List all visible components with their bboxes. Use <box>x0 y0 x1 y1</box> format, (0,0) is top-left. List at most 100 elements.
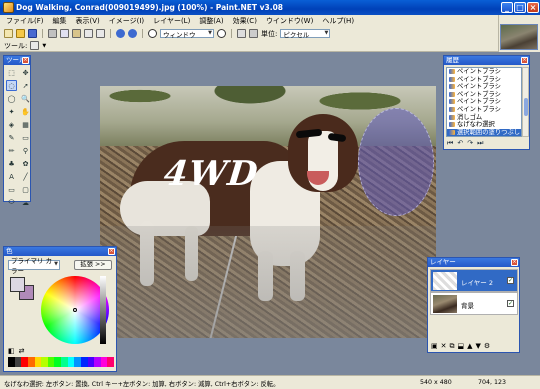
menu-effects[interactable]: 効果(C) <box>233 16 257 26</box>
palette-swatch[interactable] <box>34 357 42 367</box>
layer-row[interactable]: レイヤー 2 ✓ <box>430 269 518 292</box>
layer-visibility-checkbox[interactable]: ✓ <box>507 300 514 307</box>
close-icon[interactable]: × <box>108 248 115 255</box>
delete-layer-icon[interactable]: ✕ <box>441 342 447 351</box>
layer-properties-icon[interactable]: ⚙ <box>484 342 490 351</box>
history-scrollbar[interactable] <box>522 67 529 137</box>
line-icon[interactable]: ╱ <box>20 171 31 182</box>
minimize-button[interactable]: _ <box>501 2 513 13</box>
chevron-down-icon[interactable]: ▼ <box>42 43 46 49</box>
open-icon[interactable] <box>16 29 25 38</box>
paintbrush-icon[interactable]: ✎ <box>6 132 17 143</box>
history-item-selected[interactable]: 選択範囲の塗りつぶし <box>447 128 521 136</box>
gradient-icon[interactable]: ▦ <box>20 119 31 130</box>
zoom-in-icon[interactable] <box>217 29 226 38</box>
palette-swatch[interactable] <box>67 357 75 367</box>
clone-stamp-icon[interactable]: ♣ <box>6 158 17 169</box>
history-item[interactable]: ペイントブラシ <box>447 68 521 76</box>
zoom-combo[interactable]: ウィンドウ ▼ <box>160 29 214 39</box>
color-wheel[interactable] <box>41 276 109 344</box>
copy-icon[interactable] <box>60 29 69 38</box>
duplicate-layer-icon[interactable]: ⧉ <box>450 342 455 351</box>
color-mode-select[interactable]: プライマリ カラー ▼ <box>8 257 60 275</box>
palette-swatch[interactable] <box>107 357 114 367</box>
move-icon[interactable]: ✥ <box>20 67 31 78</box>
ruler-icon[interactable] <box>249 29 258 38</box>
units-combo[interactable]: ピクセル ▼ <box>280 29 331 39</box>
text-icon[interactable]: A <box>6 171 17 182</box>
pencil-icon[interactable]: ✏ <box>6 145 17 156</box>
menu-window[interactable]: ウインドウ(W) <box>266 16 313 26</box>
palette-swatch[interactable] <box>21 357 28 367</box>
save-icon[interactable] <box>28 29 37 38</box>
eraser-icon[interactable]: ▭ <box>20 132 31 143</box>
rectangle-icon[interactable]: ▭ <box>6 184 17 195</box>
menu-adjustments[interactable]: 調整(A) <box>199 16 223 26</box>
maximize-button[interactable]: □ <box>514 2 526 13</box>
layer-visibility-checkbox[interactable]: ✓ <box>507 277 514 284</box>
menu-edit[interactable]: 編集 <box>53 16 67 26</box>
palette-swatch[interactable] <box>14 357 22 367</box>
grid-icon[interactable] <box>237 29 246 38</box>
merge-layer-icon[interactable]: ⬓ <box>458 342 465 351</box>
reset-colors-icon[interactable]: ◧ <box>8 347 15 355</box>
palette-swatch[interactable] <box>8 357 15 367</box>
value-slider[interactable] <box>100 276 106 344</box>
palette-swatch[interactable] <box>94 357 101 367</box>
menu-layers[interactable]: レイヤー(L) <box>153 16 190 26</box>
deselect-icon[interactable] <box>96 29 105 38</box>
paint-bucket-icon[interactable]: ◈ <box>6 119 17 130</box>
add-layer-icon[interactable]: ▣ <box>431 342 438 351</box>
swap-colors-icon[interactable]: ⇄ <box>19 347 25 355</box>
menu-file[interactable]: ファイル(F) <box>6 16 44 26</box>
lasso-tool-icon[interactable] <box>30 41 40 50</box>
redo-icon[interactable] <box>128 29 137 38</box>
palette-swatch[interactable] <box>47 357 55 367</box>
paste-icon[interactable] <box>72 29 81 38</box>
palette-swatch[interactable] <box>87 357 95 367</box>
palette-swatch[interactable] <box>74 357 81 367</box>
crop-icon[interactable] <box>84 29 93 38</box>
ellipse-select-icon[interactable]: ◯ <box>6 93 17 104</box>
palette-swatch[interactable] <box>54 357 61 367</box>
new-icon[interactable] <box>4 29 13 38</box>
pan-icon[interactable]: ✋ <box>20 106 31 117</box>
history-item[interactable]: なげなわ選択 <box>447 121 521 129</box>
recolor-icon[interactable]: ✿ <box>20 158 31 169</box>
zoom-icon[interactable] <box>148 29 157 38</box>
close-icon[interactable]: × <box>521 57 528 64</box>
primary-color-swatch[interactable] <box>10 277 25 292</box>
rewind-icon[interactable]: ⏮ <box>447 139 453 148</box>
rectangle-select-icon[interactable]: ⬚ <box>6 67 17 78</box>
menu-view[interactable]: 表示(V) <box>76 16 100 26</box>
history-item[interactable]: ペイントブラシ <box>447 98 521 106</box>
move-selection-icon[interactable]: ➚ <box>20 80 31 91</box>
close-icon[interactable]: × <box>22 57 29 64</box>
magic-wand-icon[interactable]: ✦ <box>6 106 17 117</box>
more-colors-button[interactable]: 拡張 >> <box>74 260 112 270</box>
lasso-icon[interactable]: ◌ <box>6 80 17 91</box>
palette-swatch[interactable] <box>41 357 48 367</box>
color-wheel-cursor[interactable] <box>73 308 77 312</box>
color-picker-icon[interactable]: ⚲ <box>20 145 31 156</box>
palette-swatch[interactable] <box>61 357 68 367</box>
history-item[interactable]: ペイントブラシ <box>447 106 521 114</box>
ellipse-icon[interactable]: ⬭ <box>6 197 17 208</box>
scrollbar-thumb[interactable] <box>524 98 528 116</box>
redo-icon[interactable]: ↷ <box>467 139 473 148</box>
move-layer-down-icon[interactable]: ▼ <box>476 342 481 351</box>
history-item[interactable]: ペイントブラシ <box>447 83 521 91</box>
undo-icon[interactable]: ↶ <box>457 139 463 148</box>
undo-icon[interactable] <box>116 29 125 38</box>
close-button[interactable]: × <box>527 2 539 13</box>
image-canvas[interactable]: 4WD <box>100 86 436 338</box>
image-tab-thumbnail[interactable] <box>500 24 538 50</box>
palette-swatch[interactable] <box>27 357 35 367</box>
move-layer-up-icon[interactable]: ▲ <box>467 342 472 351</box>
cut-icon[interactable] <box>48 29 57 38</box>
palette-swatch[interactable] <box>80 357 88 367</box>
layer-row[interactable]: 背景 ✓ <box>430 292 518 315</box>
fast-forward-icon[interactable]: ⏭ <box>477 139 483 148</box>
close-icon[interactable]: × <box>511 259 518 266</box>
zoom-tool-icon[interactable]: 🔍 <box>20 93 31 104</box>
